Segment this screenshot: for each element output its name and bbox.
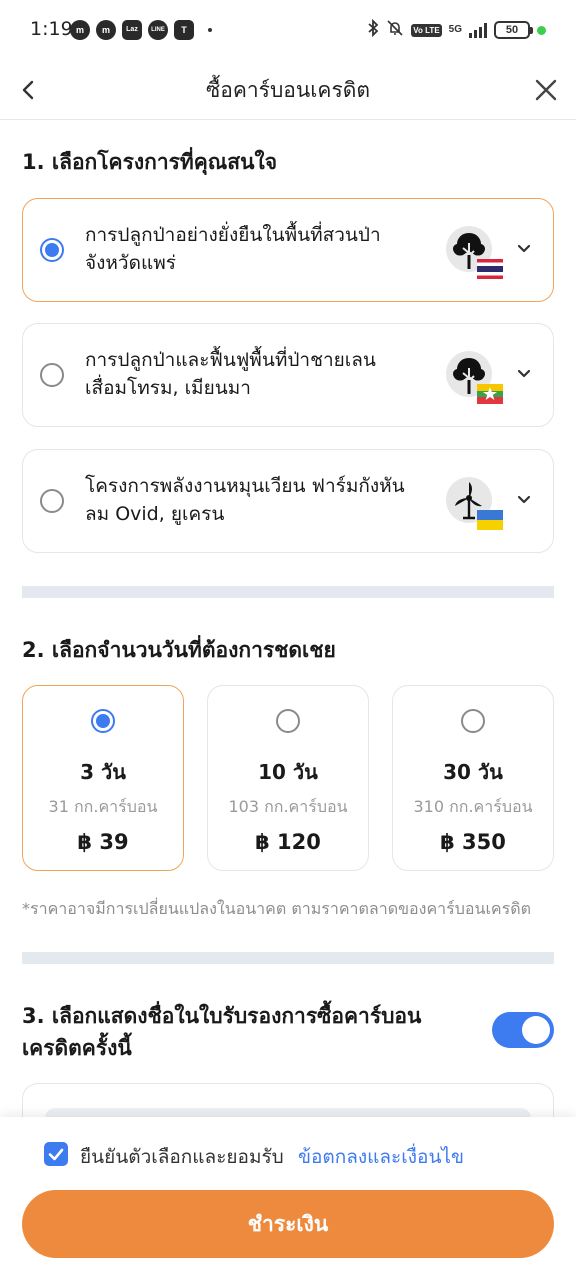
status-bar: 1:19 m m Laz LINE T Vo LTE 5G 50 [0, 0, 576, 62]
checkmark-icon [48, 1148, 64, 1161]
day-option-30[interactable]: 30 วัน 310 กก.คาร์บอน ฿ 350 [392, 685, 554, 871]
page-title: ซื้อคาร์บอนเครดิต [205, 78, 371, 102]
day-option-3[interactable]: 3 วัน 31 กก.คาร์บอน ฿ 39 [22, 685, 184, 871]
agree-checkbox[interactable] [44, 1142, 68, 1166]
price: ฿ 350 [440, 830, 506, 854]
radio-selected[interactable] [40, 238, 64, 262]
price: ฿ 120 [255, 830, 321, 854]
section-title-days: 2. เลือกจำนวนวันที่ต้องการชดเชย [22, 638, 336, 662]
network-type: 5G [448, 24, 462, 35]
bottom-action-bar: ยืนยันตัวเลือกและยอมรับ ข้อตกลงและเงื่อน… [0, 1117, 576, 1280]
radio-unselected[interactable] [40, 489, 64, 513]
status-time: 1:19 [30, 18, 73, 40]
day-count: 10 วัน [258, 760, 318, 784]
close-button[interactable] [526, 70, 566, 110]
price: ฿ 39 [77, 830, 129, 854]
price-note: *ราคาอาจมีการเปลี่ยนแปลงในอนาคต ตามราคาต… [22, 899, 531, 918]
section-title-certificate: 3. เลือกแสดงชื่อในใบรับรองการซื้อคาร์บอน… [22, 1004, 422, 1060]
carbon-amount: 310 กก.คาร์บอน [413, 797, 533, 816]
project-card-ukraine[interactable]: โครงการพลังงานหมุนเวียน ฟาร์มกังหันลม Ov… [22, 449, 554, 553]
notification-icons: m m Laz LINE T [70, 20, 212, 40]
tree-icon [446, 351, 503, 404]
radio-unselected[interactable] [276, 709, 300, 733]
section-divider [22, 586, 554, 598]
volte-icon: Vo LTE [411, 23, 442, 37]
wind-turbine-icon [446, 477, 503, 530]
myanmar-flag [477, 384, 503, 404]
carbon-amount: 103 กก.คาร์บอน [228, 797, 348, 816]
system-icons: Vo LTE 5G 50 [367, 18, 546, 41]
project-card-myanmar[interactable]: การปลูกป่าและฟื้นฟูพื้นที่ป่าชายเลนเสื่อ… [22, 323, 554, 427]
battery-icon: 50 [494, 21, 533, 39]
more-notifications-icon [208, 28, 212, 32]
radio-unselected[interactable] [40, 363, 64, 387]
privacy-indicator [537, 25, 546, 35]
messenger-icon: m [70, 20, 90, 40]
carbon-amount: 31 กก.คาร์บอน [48, 797, 158, 816]
ukraine-flag [477, 510, 503, 530]
section-divider [22, 952, 554, 964]
app-header: ซื้อคาร์บอนเครดิต [0, 62, 576, 120]
mute-icon [386, 19, 404, 41]
radio-unselected[interactable] [461, 709, 485, 733]
tree-icon [446, 226, 503, 279]
show-name-toggle[interactable] [492, 1012, 554, 1048]
lazada-icon: Laz [122, 20, 142, 40]
day-option-10[interactable]: 10 วัน 103 กก.คาร์บอน ฿ 120 [207, 685, 369, 871]
section-title-project: 1. เลือกโครงการที่คุณสนใจ [22, 150, 278, 174]
messenger-icon: m [96, 20, 116, 40]
bluetooth-icon [367, 18, 379, 41]
project-name: การปลูกป่าอย่างยั่งยืนในพื้นที่สวนป่าจัง… [85, 224, 381, 274]
day-count: 30 วัน [443, 760, 503, 784]
line-icon: LINE [148, 20, 168, 40]
project-name: การปลูกป่าและฟื้นฟูพื้นที่ป่าชายเลนเสื่อ… [85, 349, 376, 399]
chevron-down-icon[interactable] [515, 490, 533, 508]
chevron-down-icon[interactable] [515, 239, 533, 257]
radio-selected[interactable] [91, 709, 115, 733]
project-card-phrae[interactable]: การปลูกป่าอย่างยั่งยืนในพื้นที่สวนป่าจัง… [22, 198, 554, 302]
thailand-flag [477, 259, 503, 279]
close-icon [535, 79, 557, 101]
day-count: 3 วัน [80, 760, 126, 784]
pay-button[interactable]: ชำระเงิน [22, 1190, 554, 1258]
agree-label: ยืนยันตัวเลือกและยอมรับ [80, 1146, 284, 1168]
chevron-down-icon[interactable] [515, 364, 533, 382]
teams-icon: T [174, 20, 194, 40]
signal-icon [469, 22, 487, 38]
terms-link[interactable]: ข้อตกลงและเงื่อนไข [298, 1142, 464, 1172]
project-name: โครงการพลังงานหมุนเวียน ฟาร์มกังหันลม Ov… [85, 475, 405, 525]
